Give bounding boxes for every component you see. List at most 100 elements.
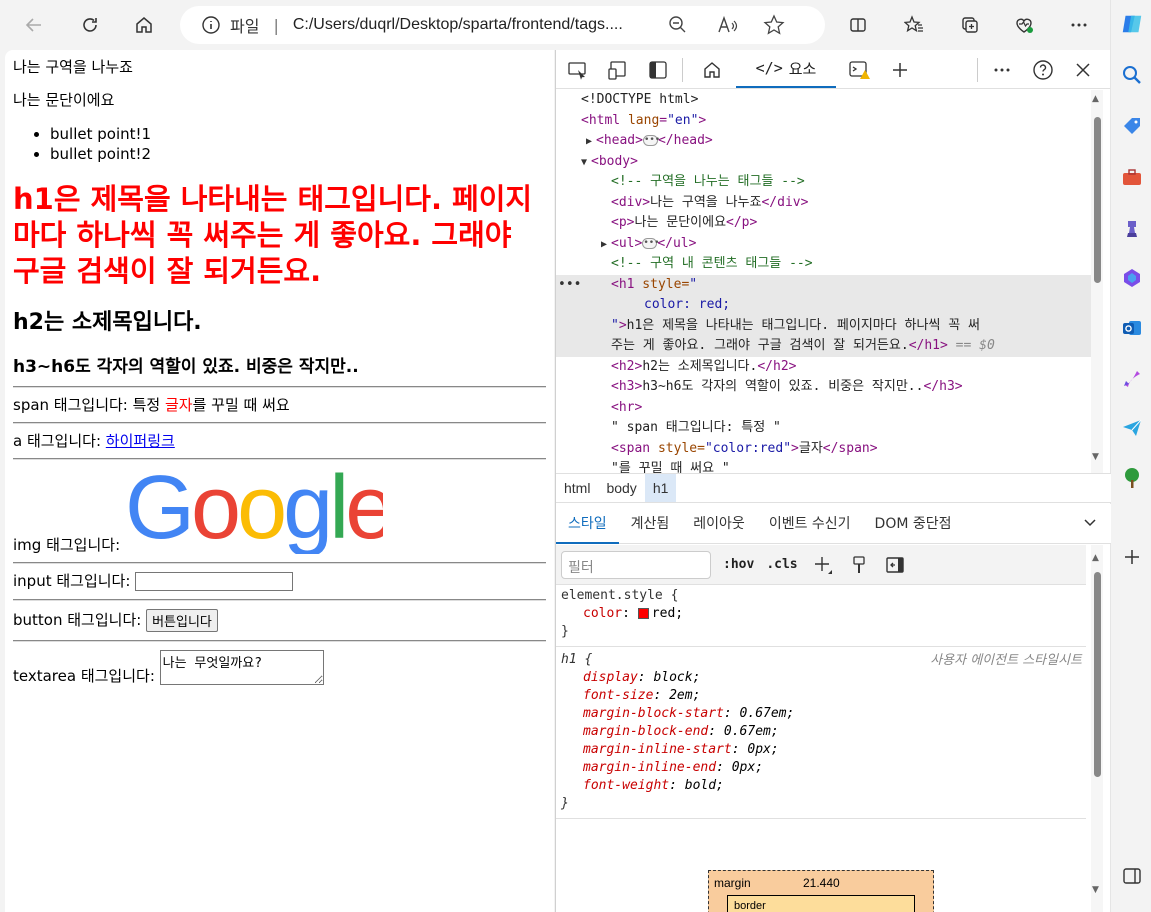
tab-separator: [682, 58, 683, 82]
read-aloud-icon[interactable]: [713, 10, 743, 40]
sidebar-toggle-icon[interactable]: [1120, 864, 1144, 888]
style-declaration[interactable]: color: red;: [561, 605, 1081, 623]
close-devtools-icon[interactable]: [1069, 56, 1097, 84]
designer-icon[interactable]: [1120, 366, 1144, 390]
address-bar[interactable]: 파일 | C:/Users/duqrl/Desktop/sparta/front…: [180, 6, 825, 44]
scroll-up-icon[interactable]: ▲: [1092, 553, 1099, 563]
split-screen-icon[interactable]: [842, 9, 874, 41]
dom-row[interactable]: ▶ <ul>•••</ul>: [556, 234, 1091, 255]
dom-row-selected[interactable]: color: red;: [556, 295, 1091, 316]
dom-row[interactable]: "를 꾸밀 때 써요 ": [556, 459, 1091, 473]
devtools-more-icon[interactable]: [988, 56, 1016, 84]
collapsed-triangle-icon[interactable]: ▶: [586, 132, 596, 153]
back-icon[interactable]: [18, 9, 50, 41]
dom-row[interactable]: <html lang="en">: [556, 111, 1091, 132]
breadcrumb-html[interactable]: html: [556, 474, 598, 502]
page-button[interactable]: 버튼입니다: [146, 609, 218, 632]
tree-icon[interactable]: [1120, 466, 1144, 490]
scroll-up-icon[interactable]: ▲: [1092, 94, 1099, 104]
tab-layout[interactable]: 레이아웃: [681, 504, 757, 544]
head-tag: <head>: [596, 133, 643, 148]
chevron-down-icon[interactable]: [1071, 504, 1111, 544]
search-icon[interactable]: [1120, 63, 1144, 87]
paint-brush-icon[interactable]: [848, 554, 870, 576]
tab-event-listeners[interactable]: 이벤트 수신기: [757, 504, 863, 544]
row-dots-icon[interactable]: •••: [558, 275, 581, 296]
inspect-element-icon[interactable]: [564, 56, 592, 84]
dom-row[interactable]: <!-- 구역 내 콘텐츠 태그들 -->: [556, 254, 1091, 275]
welcome-home-icon[interactable]: [698, 56, 726, 84]
send-icon[interactable]: [1120, 416, 1144, 440]
tab-dom-breakpoints[interactable]: DOM 중단점: [863, 504, 964, 544]
help-icon[interactable]: [1029, 56, 1057, 84]
collections-icon[interactable]: [954, 9, 986, 41]
shopping-tag-icon[interactable]: [1120, 114, 1144, 138]
dom-row[interactable]: <h2>h2는 소제목입니다.</h2>: [556, 357, 1091, 378]
dom-row-selected[interactable]: ">h1은 제목을 나타내는 태그입니다. 페이지마다 하나씩 꼭 써: [556, 315, 1091, 336]
device-toolbar-icon[interactable]: [604, 56, 632, 84]
h1-tag: <h1: [611, 276, 635, 292]
add-tab-icon[interactable]: [886, 56, 914, 84]
cls-toggle[interactable]: .cls: [766, 557, 797, 572]
zoom-out-icon[interactable]: [663, 10, 693, 40]
textarea-field[interactable]: [159, 650, 324, 685]
browser-essentials-icon[interactable]: [1008, 9, 1040, 41]
collapsed-triangle-icon[interactable]: ▶: [601, 235, 611, 256]
ellipsis-icon[interactable]: •••: [642, 237, 660, 249]
dom-row[interactable]: <!DOCTYPE html>: [556, 90, 1091, 111]
button-label: button 태그입니다:: [13, 611, 142, 629]
tools-briefcase-icon[interactable]: [1120, 165, 1144, 189]
info-icon[interactable]: [200, 14, 222, 36]
styles-scrollbar[interactable]: ▲ ▼: [1091, 545, 1103, 912]
h1-text-node: 주는 게 좋아요. 그래야 구글 검색이 잘 되거든요.: [611, 338, 909, 353]
add-sidebar-icon[interactable]: [1120, 545, 1144, 569]
scroll-down-icon[interactable]: ▼: [1092, 452, 1099, 462]
microsoft365-icon[interactable]: [1120, 266, 1144, 290]
span-red-text: 글자: [165, 396, 193, 414]
color-swatch[interactable]: [637, 608, 649, 619]
filter-input[interactable]: 필터: [561, 550, 711, 579]
dom-row-selected[interactable]: 주는 게 좋아요. 그래야 구글 검색이 잘 되거든요.</h1> == $0: [556, 336, 1091, 357]
toggle-sidebar-icon[interactable]: [884, 554, 906, 576]
box-model-margin-value[interactable]: 21.440: [803, 876, 840, 890]
dom-row-selected[interactable]: ••• <h1 style=": [556, 274, 1091, 296]
scroll-down-icon[interactable]: ▼: [1092, 885, 1099, 895]
hov-toggle[interactable]: :hov: [723, 557, 754, 572]
dom-row[interactable]: <h3>h3~h6도 각자의 역할이 있죠. 비중은 작지만..</h3>: [556, 377, 1091, 398]
outlook-icon[interactable]: [1120, 316, 1144, 340]
copilot-icon[interactable]: [1120, 12, 1144, 36]
breadcrumb-body[interactable]: body: [598, 474, 644, 502]
refresh-icon[interactable]: [74, 9, 106, 41]
tab-computed[interactable]: 계산됨: [619, 504, 682, 544]
dom-row[interactable]: <p>나는 문단이에요</p>: [556, 213, 1091, 234]
styles-scroll-thumb[interactable]: [1094, 572, 1101, 777]
dom-row[interactable]: " span 태그입니다: 특정 ": [556, 418, 1091, 439]
console-warning-icon[interactable]: [846, 56, 874, 84]
dom-scrollbar[interactable]: ▲ ▼: [1091, 90, 1103, 473]
textarea-line: textarea 태그입니다:: [13, 650, 546, 685]
address-url[interactable]: C:/Users/duqrl/Desktop/sparta/frontend/t…: [293, 16, 661, 34]
dom-scroll-thumb[interactable]: [1094, 117, 1101, 283]
more-icon[interactable]: [1063, 9, 1095, 41]
dom-row[interactable]: <div>나는 구역을 나누죠</div>: [556, 193, 1091, 214]
dom-row[interactable]: <!-- 구역을 나누는 태그들 -->: [556, 172, 1091, 193]
tab-styles[interactable]: 스타일: [556, 504, 619, 544]
hyperlink[interactable]: 하이퍼링크: [106, 432, 175, 450]
dom-row[interactable]: ▶ <head>•••</head>: [556, 131, 1091, 152]
new-style-rule-icon[interactable]: [812, 554, 834, 576]
dom-row[interactable]: <hr>: [556, 398, 1091, 419]
text-input[interactable]: [135, 572, 294, 591]
home-icon[interactable]: [128, 9, 160, 41]
dom-row[interactable]: ▼ <body>: [556, 152, 1091, 173]
span-line: span 태그입니다: 특정 글자를 꾸밀 때 써요: [13, 396, 546, 414]
dock-side-icon[interactable]: [644, 56, 672, 84]
expanded-triangle-icon[interactable]: ▼: [581, 153, 591, 174]
textarea-label: textarea 태그입니다:: [13, 667, 155, 685]
breadcrumb-h1[interactable]: h1: [644, 474, 677, 502]
tab-elements[interactable]: </> 요소: [736, 50, 836, 88]
favorite-star-icon[interactable]: [759, 10, 789, 40]
favorites-icon[interactable]: [898, 9, 930, 41]
ellipsis-icon[interactable]: •••: [642, 135, 660, 146]
games-chess-icon[interactable]: [1120, 216, 1144, 240]
dom-row[interactable]: <span style="color:red">글자</span>: [556, 439, 1091, 460]
